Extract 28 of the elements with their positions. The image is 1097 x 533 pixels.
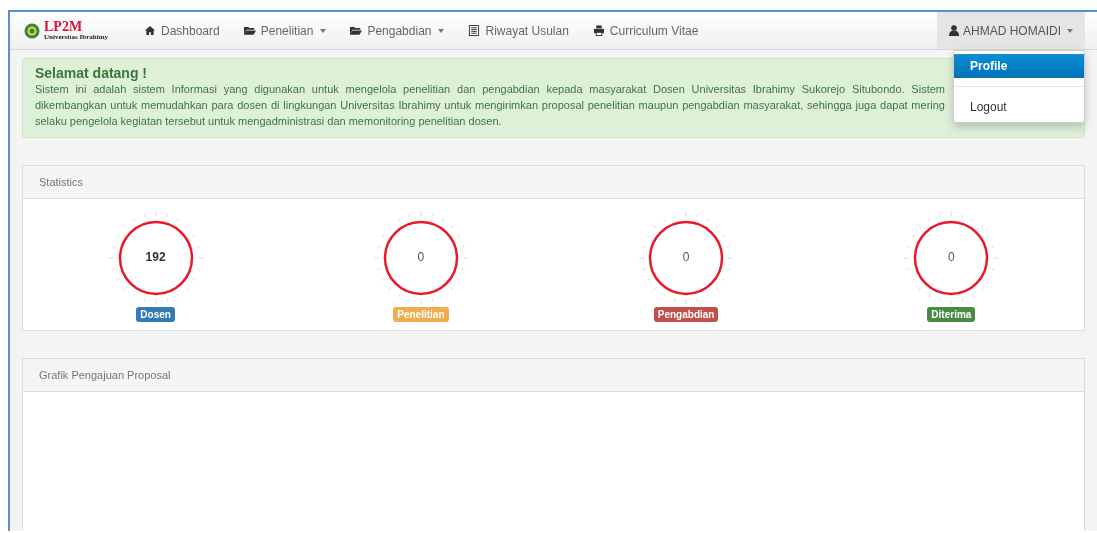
nav-link[interactable]: Riwayat Usulan: [456, 12, 581, 49]
user-menu-button[interactable]: AHMAD HOMAIDI: [937, 12, 1085, 49]
user-icon: [949, 25, 959, 36]
nav-link[interactable]: Penelitian: [231, 12, 339, 49]
folder-icon: [350, 25, 363, 36]
menu-item[interactable]: Profile: [954, 54, 1084, 78]
alert-title: Selamat datang !: [35, 65, 148, 81]
logo-icon: [24, 22, 40, 39]
folder-icon: [243, 25, 256, 36]
home-icon: [144, 25, 156, 36]
alert-text: Sistem ini adalah sistem Informasi yang digunakan untuk mengelola penelitian dan pengabdian kepada masyarakat Dosen Universitas Ibrahimy Sukorejo Situbondo. Sistem dikembangkan untuk memudahkan para dosen di lingkungan Universitas Ibrahimy untuk mengirimkan proposal penelitian maupun pengabdian masyarakat, sehingga juga dapat mering selaku pengelola kegiatan tersebut untuk mengadministrasi dan memonitoring penelitian dosen.: [35, 82, 945, 129]
panel-title: Grafik Pengajuan Proposal: [23, 359, 1084, 392]
printer-icon: [592, 25, 605, 36]
stat-label: Pengabdian: [653, 307, 719, 322]
stat-label: Penelitian: [393, 307, 449, 322]
nav-link[interactable]: Dashboard: [132, 12, 232, 49]
gauge-value: 192: [144, 250, 167, 264]
stat-label: Dosen: [136, 307, 175, 322]
gauge-value: 0: [681, 250, 691, 264]
menu-item[interactable]: Logout: [954, 95, 1084, 119]
brand-title: LP2M: [44, 20, 84, 34]
nav-link[interactable]: Pengabdian: [338, 12, 457, 49]
stat-label: Diterima: [927, 307, 976, 322]
panel-title: Statistics: [23, 166, 1084, 199]
list-icon: [468, 25, 481, 36]
gauge-value: 0: [947, 250, 956, 264]
gauge-value: 0: [416, 250, 426, 264]
nav-link[interactable]: Curriculum Vitae: [580, 12, 711, 49]
